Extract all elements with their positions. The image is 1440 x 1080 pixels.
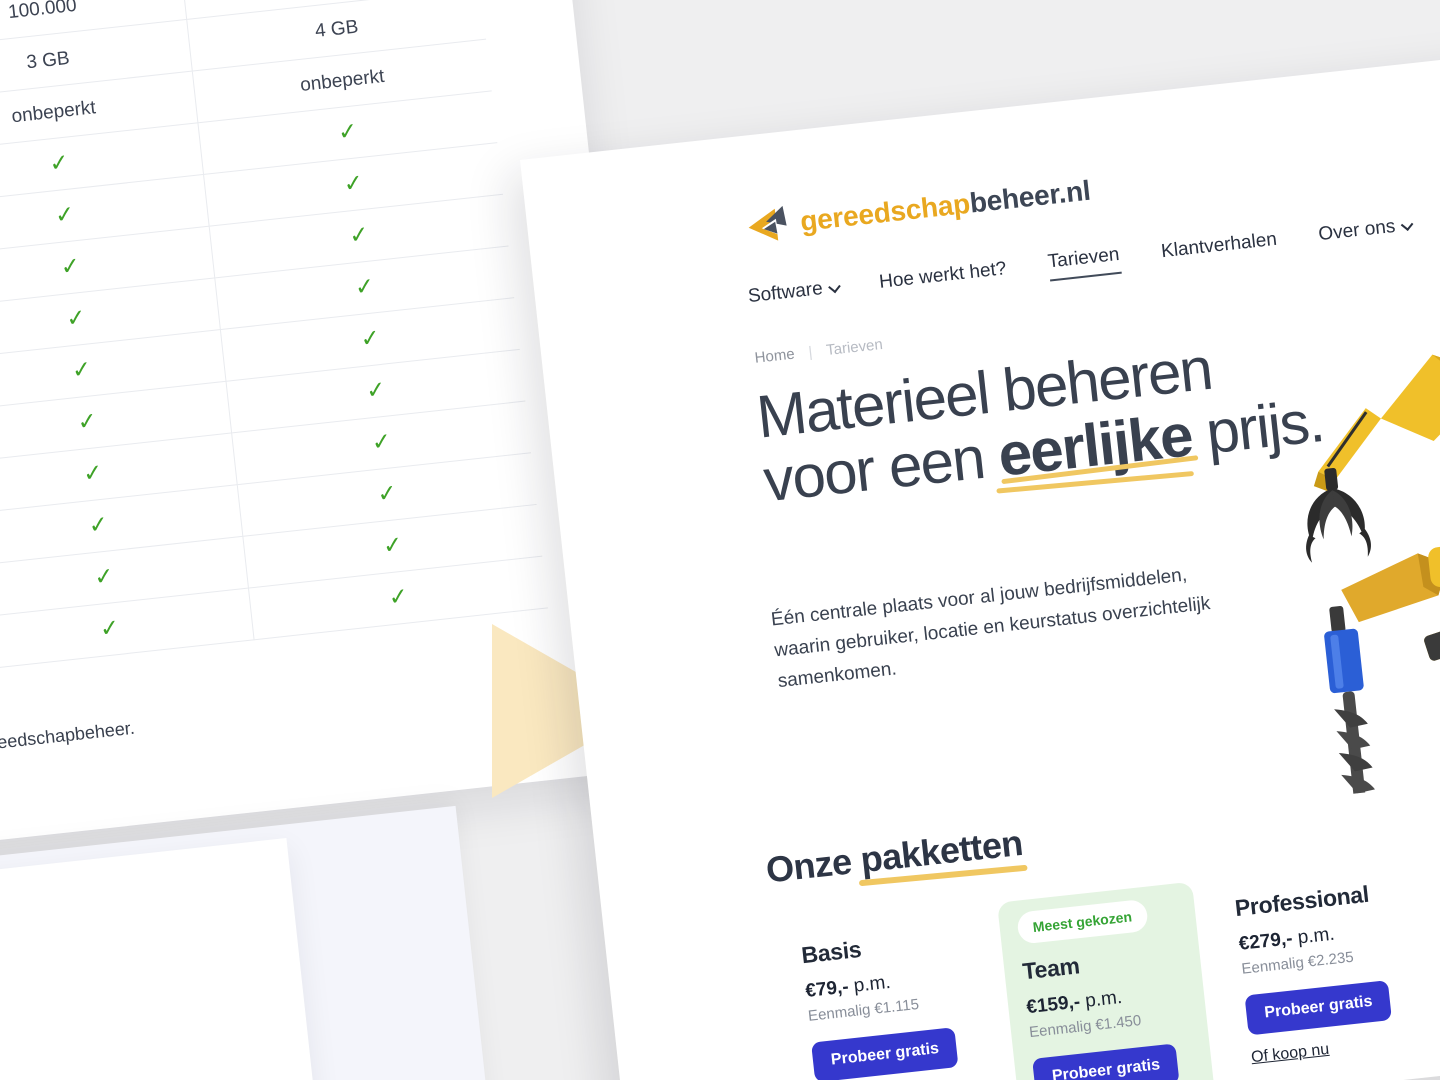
- status-badge: Meest gekozen: [1016, 898, 1149, 945]
- try-free-button[interactable]: Probeer gratis: [1032, 1043, 1181, 1080]
- check-icon-glyph: ✓: [381, 530, 404, 559]
- pricing-card-name: Team: [1021, 952, 1081, 985]
- comparison-footnote: go) implementeren in gereedschapbeheer. …: [0, 682, 439, 807]
- check-icon-glyph: ✓: [364, 375, 387, 404]
- pricing-card-professional: Professional €279,- p.m. Eenmalig €2.235 Pr…: [1214, 858, 1432, 1080]
- breadcrumb-current: Tarieven: [825, 335, 884, 359]
- pricing-card-price-period: p.m.: [847, 971, 892, 998]
- chevron-down-icon: [1400, 217, 1414, 231]
- excavator-tools-collage-image: [1306, 354, 1440, 800]
- pricing-card-price-period: p.m.: [1291, 923, 1336, 950]
- hero-paragraph: Één centrale plaats voor al jouw bedrijf…: [770, 564, 1212, 692]
- pricing-card-price-amount: €279,-: [1237, 928, 1294, 955]
- breadcrumb: Home | Tarieven: [754, 336, 884, 367]
- check-icon-glyph: ✓: [59, 251, 82, 280]
- check-icon-glyph: ✓: [48, 148, 71, 177]
- nav-item-hoe-werkt-het[interactable]: Hoe werkt het?: [878, 258, 1008, 300]
- pricing-card-price-amount: €159,-: [1025, 991, 1082, 1019]
- check-icon-glyph: ✓: [348, 220, 370, 249]
- check-icon-glyph: ✓: [93, 562, 116, 591]
- check-icon-glyph: ✓: [81, 458, 104, 487]
- check-icon-glyph: ✓: [353, 272, 376, 301]
- check-icon-glyph: ✓: [98, 613, 121, 642]
- check-icon-glyph: ✓: [370, 427, 393, 456]
- try-free-button[interactable]: Probeer gratis: [1244, 980, 1393, 1036]
- secondary-action-link[interactable]: Of koop nu: [1250, 1032, 1411, 1067]
- nav-item-software[interactable]: Software: [746, 277, 841, 315]
- pricing-cards: Basis €79,- p.m. Eenmalig €1.115 Probeer gr…: [780, 858, 1436, 1080]
- chevron-down-icon: [828, 280, 841, 293]
- nav-item-label: Hoe werkt het?: [878, 258, 1008, 293]
- check-icon-glyph: ✓: [64, 303, 87, 332]
- check-icon-glyph: ✓: [53, 200, 76, 229]
- nav-item-label: Over ons: [1317, 215, 1397, 246]
- pricing-card-team: Meest gekozen Team €159,- p.m. Eenmalig €1.…: [997, 881, 1220, 1080]
- brand-name-accent: gereedschap: [798, 187, 972, 237]
- try-free-button[interactable]: Probeer gratis: [811, 1027, 959, 1080]
- check-icon-glyph: ✓: [359, 323, 382, 352]
- breadcrumb-home[interactable]: Home: [754, 346, 796, 367]
- triangle-arrow-logo-icon: [748, 205, 787, 241]
- pricing-card-name: Professional: [1233, 880, 1371, 922]
- packages-heading: Onze pakketten: [764, 822, 1025, 892]
- check-icon-glyph: ✓: [376, 479, 399, 507]
- check-icon-glyph: ✓: [87, 510, 110, 539]
- tarieven-page: gereedschapbeheer.nl Software Hoe werkt h…: [520, 45, 1440, 1080]
- nav-item-label: Klantverhalen: [1160, 228, 1278, 263]
- brand-name: gereedschapbeheer.nl: [799, 175, 1092, 238]
- lower-left-card: edrijf keuringsbedrijven ot klantbestand…: [0, 838, 319, 1080]
- check-icon-glyph: ✓: [387, 582, 410, 611]
- check-icon-glyph: ✓: [342, 168, 365, 197]
- nav-item-label: Tarieven: [1046, 243, 1121, 273]
- brand-name-rest: beheer.nl: [968, 174, 1092, 219]
- pricing-card-basis: Basis €79,- p.m. Eenmalig €1.115 Probeer gr…: [780, 905, 998, 1080]
- check-icon-glyph: ✓: [76, 407, 99, 435]
- brand-logo[interactable]: gereedschapbeheer.nl: [745, 171, 1093, 248]
- screenshot-stage: 0.000100.000Onbeperkt2 GB3 GB4 GB150onbe…: [0, 0, 1440, 1080]
- comparison-table: 0.000100.000Onbeperkt2 GB3 GB4 GB150onbe…: [0, 0, 548, 690]
- packages-heading-normal: Onze: [763, 839, 863, 891]
- check-icon-glyph: ✓: [70, 355, 93, 384]
- nav-item-label: Software: [746, 278, 824, 308]
- breadcrumb-separator: |: [807, 343, 814, 361]
- nav-item-tarieven[interactable]: Tarieven: [1046, 243, 1122, 282]
- pricing-card-price-amount: €79,-: [804, 976, 850, 1002]
- check-icon-glyph: ✓: [336, 117, 359, 146]
- pricing-card-price-period: p.m.: [1078, 986, 1124, 1013]
- nav-item-klantverhalen[interactable]: Klantverhalen: [1160, 229, 1279, 269]
- nav-item-over-ons[interactable]: Over ons: [1317, 214, 1414, 252]
- pricing-card-name: Basis: [800, 935, 863, 969]
- packages-heading-bold: pakketten: [858, 821, 1025, 881]
